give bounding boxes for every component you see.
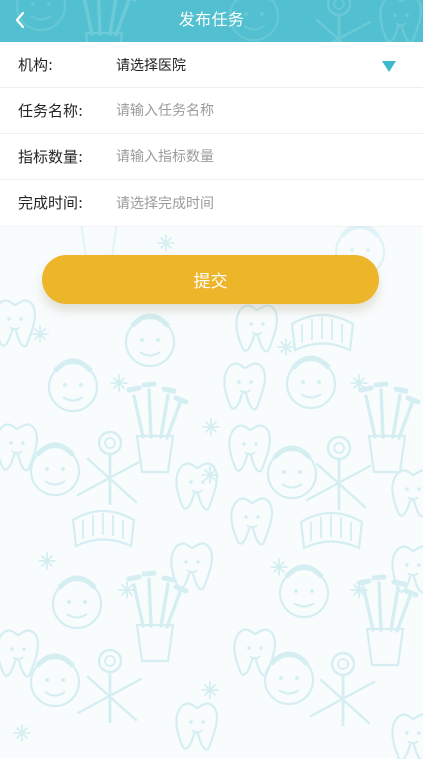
publish-task-screen: 发布任务 机构: 请选择医院 任务名称: 指标数量: 完成时间: 请选择完成时间… [0, 0, 423, 759]
task-form: 机构: 请选择医院 任务名称: 指标数量: 完成时间: 请选择完成时间 [0, 42, 423, 226]
target-quantity-row: 指标数量: [0, 134, 423, 180]
triangle-down-icon[interactable] [382, 61, 396, 72]
task-name-row: 任务名称: [0, 88, 423, 134]
target-quantity-label: 指标数量: [18, 148, 84, 166]
completion-time-label: 完成时间: [18, 194, 84, 212]
institution-selected-value[interactable]: 请选择医院 [116, 55, 186, 75]
institution-selector-row[interactable]: 机构: 请选择医院 [0, 42, 423, 88]
top-navigation-bar: 发布任务 [0, 0, 423, 42]
completion-time-selector[interactable]: 请选择完成时间 [116, 193, 214, 213]
page-title: 发布任务 [178, 10, 245, 29]
target-quantity-input[interactable] [114, 144, 398, 169]
submit-button[interactable]: 提交 [42, 255, 379, 304]
institution-label: 机构: [18, 56, 54, 74]
completion-time-row[interactable]: 完成时间: 请选择完成时间 [0, 180, 423, 226]
task-name-label: 任务名称: [18, 102, 84, 120]
task-name-input[interactable] [114, 98, 398, 123]
